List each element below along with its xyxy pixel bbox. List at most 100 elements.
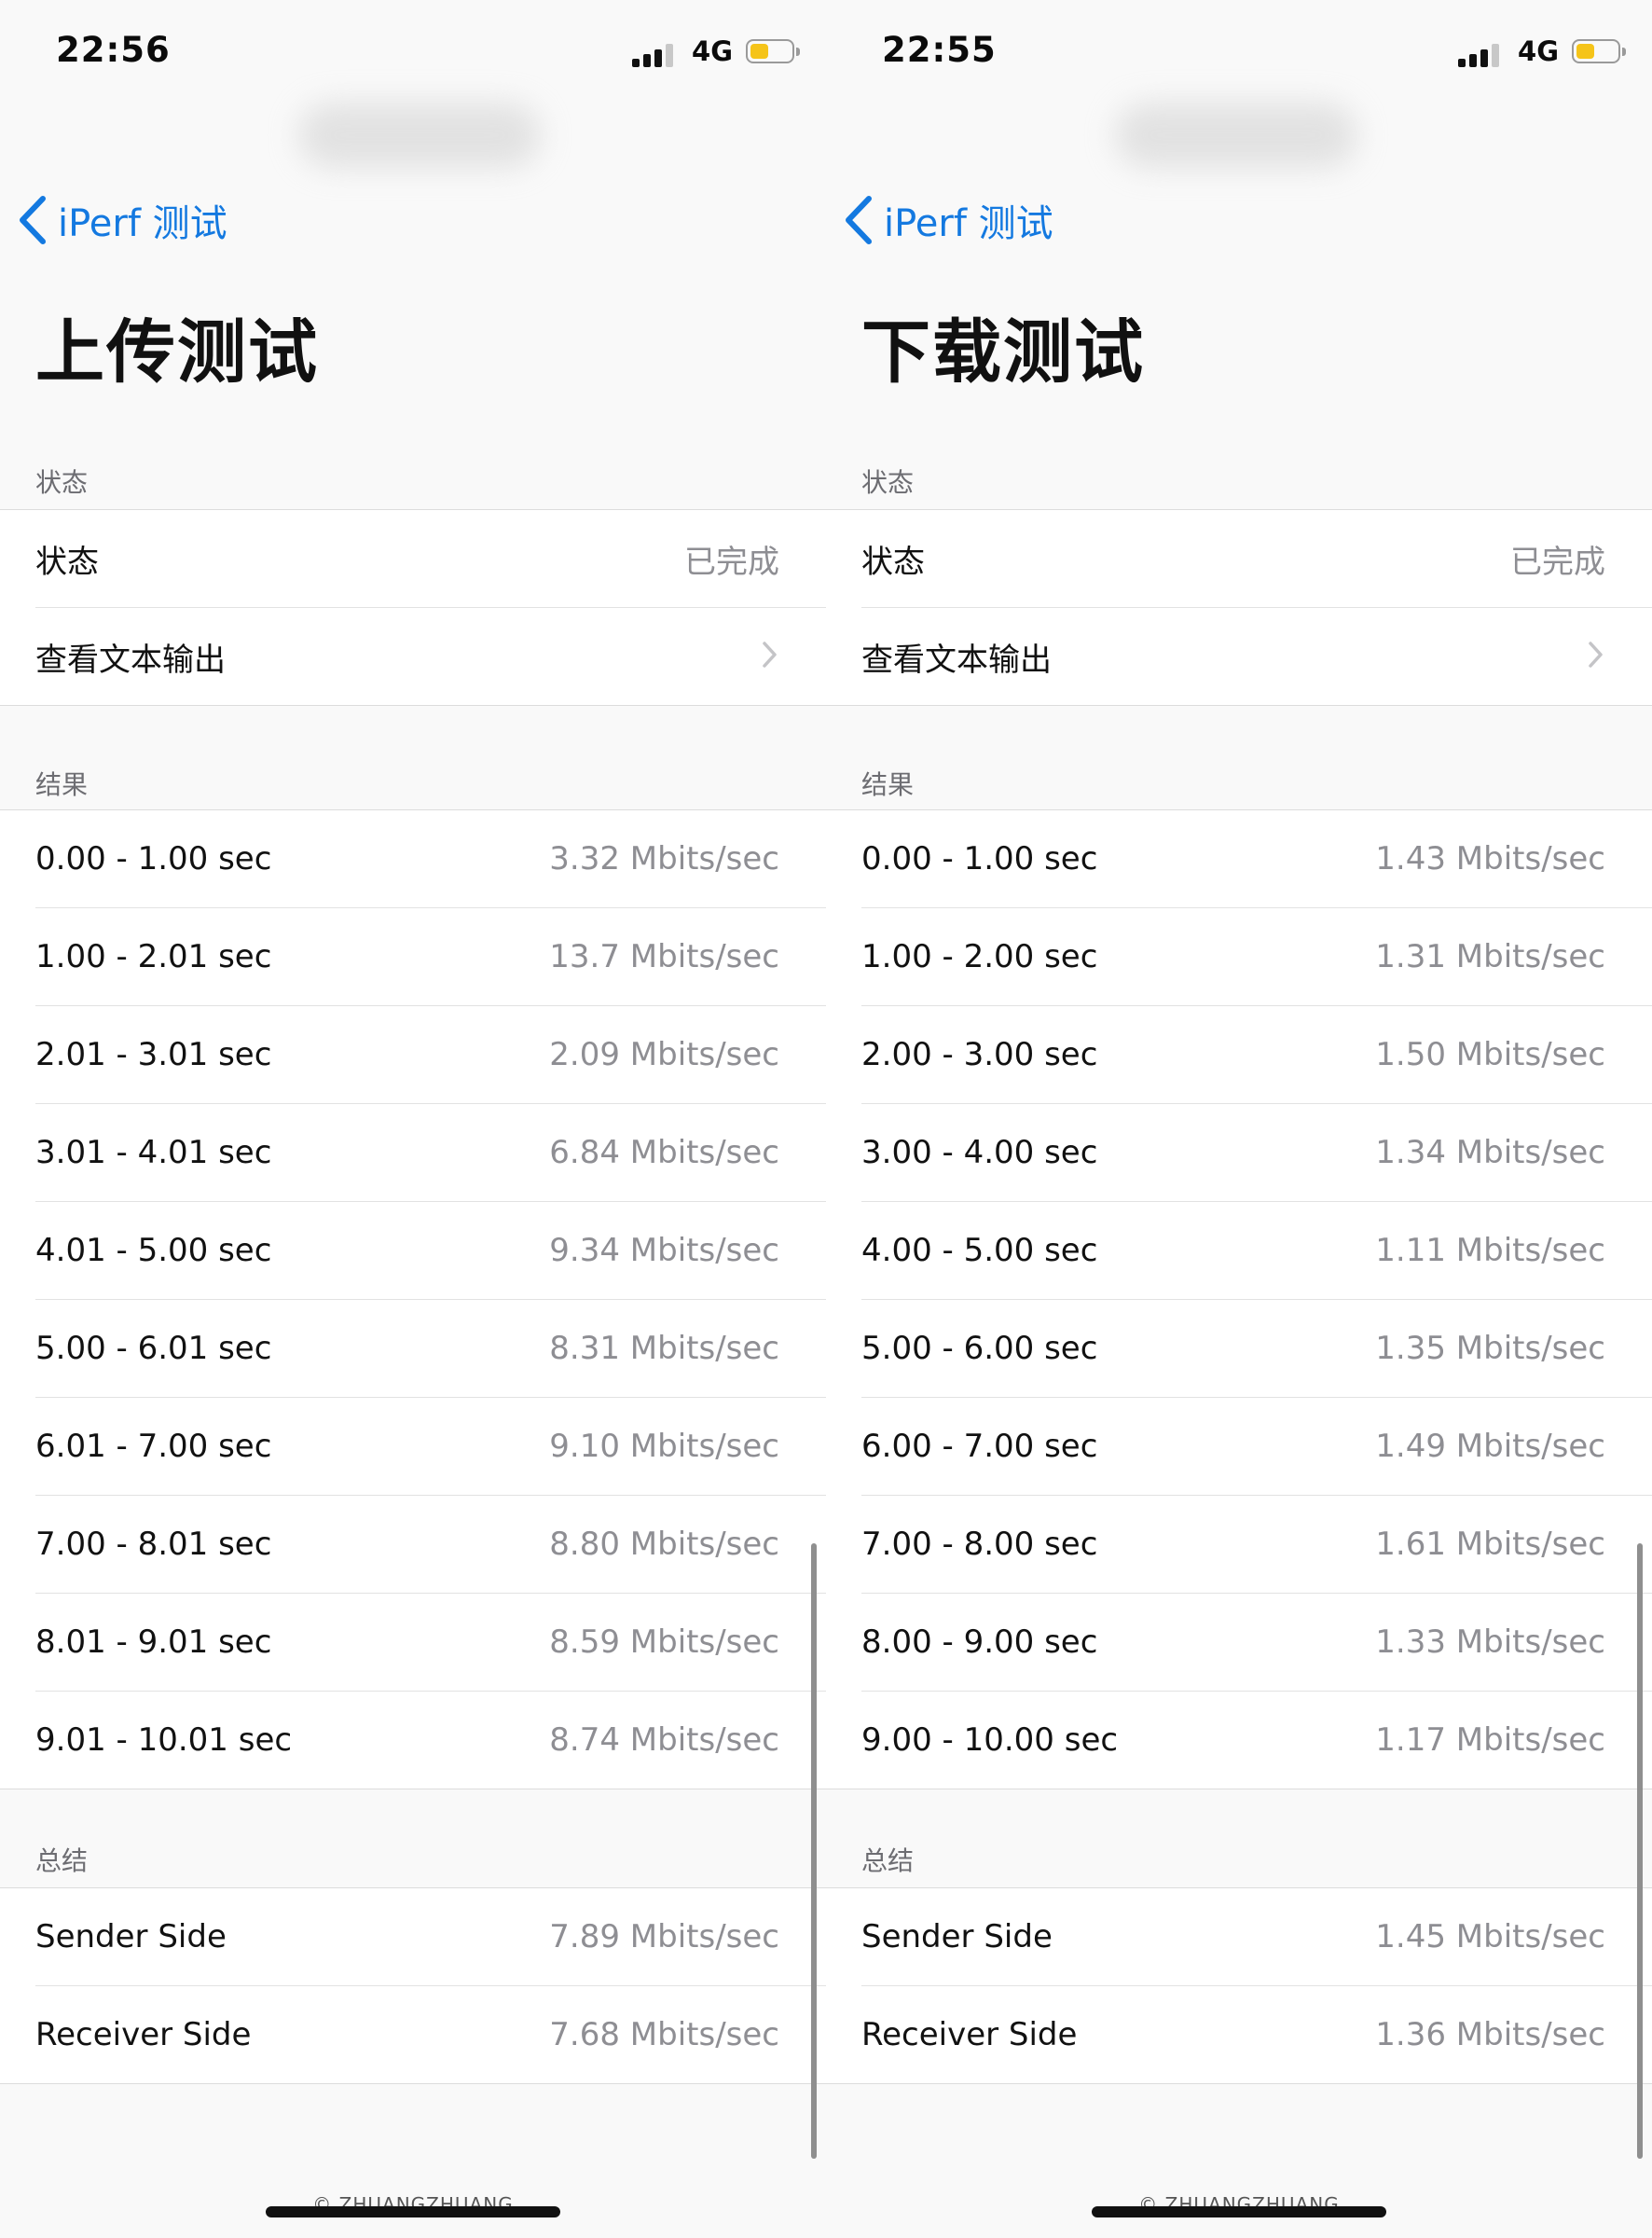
result-interval: 2.00 - 3.00 sec	[861, 1036, 1098, 1073]
result-interval: 3.00 - 4.00 sec	[861, 1134, 1098, 1171]
result-rate: 13.7 Mbits/sec	[549, 938, 779, 975]
download-test-screen: 22:55 4G iPerf 测试 下载测试 状态 状态 已完成 查看文本输出 …	[826, 0, 1652, 2238]
summary-section-header: 总结	[35, 1845, 89, 1876]
result-interval: 5.00 - 6.00 sec	[861, 1330, 1098, 1367]
status-bar: 22:55 4G	[826, 24, 1652, 80]
status-value: 已完成	[1510, 543, 1605, 581]
result-interval: 6.00 - 7.00 sec	[861, 1428, 1098, 1465]
view-text-output-label: 查看文本输出	[861, 641, 1052, 679]
result-interval: 8.00 - 9.00 sec	[861, 1623, 1098, 1661]
sender-side-value: 7.89 Mbits/sec	[549, 1918, 779, 1955]
status-label: 状态	[861, 543, 925, 581]
view-text-output-row[interactable]: 查看文本输出	[861, 608, 1652, 705]
result-rate: 1.50 Mbits/sec	[1375, 1036, 1605, 1073]
sender-side-row: Sender Side 1.45 Mbits/sec	[861, 1888, 1652, 1986]
result-interval: 8.01 - 9.01 sec	[35, 1623, 272, 1661]
view-text-output-label: 查看文本输出	[35, 641, 226, 679]
status-group: 状态 已完成 查看文本输出	[826, 509, 1652, 706]
result-row: 3.00 - 4.00 sec 1.34 Mbits/sec	[861, 1104, 1652, 1202]
status-section-header: 状态	[861, 467, 915, 498]
page-title: 上传测试	[35, 312, 319, 393]
result-row: 5.00 - 6.00 sec 1.35 Mbits/sec	[861, 1300, 1652, 1398]
result-rate: 1.11 Mbits/sec	[1375, 1232, 1605, 1269]
summary-group: Sender Side 1.45 Mbits/sec Receiver Side…	[826, 1887, 1652, 2084]
status-row: 状态 已完成	[35, 510, 826, 608]
result-rate: 6.84 Mbits/sec	[549, 1134, 779, 1171]
result-row: 6.01 - 7.00 sec 9.10 Mbits/sec	[35, 1398, 826, 1496]
receiver-side-row: Receiver Side 7.68 Mbits/sec	[35, 1986, 826, 2083]
back-chevron-icon	[20, 196, 46, 244]
result-row: 1.00 - 2.01 sec 13.7 Mbits/sec	[35, 908, 826, 1006]
result-rate: 1.31 Mbits/sec	[1375, 938, 1605, 975]
network-type: 4G	[1518, 35, 1559, 67]
result-rate: 8.74 Mbits/sec	[549, 1721, 779, 1759]
results-section-header: 结果	[861, 769, 915, 800]
receiver-side-label: Receiver Side	[35, 2016, 252, 2053]
result-rate: 9.34 Mbits/sec	[549, 1232, 779, 1269]
result-row: 2.00 - 3.00 sec 1.50 Mbits/sec	[861, 1006, 1652, 1104]
scroll-indicator[interactable]	[811, 1543, 817, 2159]
screenshot-pair: 22:56 4G iPerf 测试 上传测试 状态 状态 已完成 查看文本输出 …	[0, 0, 1652, 2238]
status-bar: 22:56 4G	[0, 24, 826, 80]
result-interval: 4.01 - 5.00 sec	[35, 1232, 272, 1269]
result-interval: 7.00 - 8.00 sec	[861, 1526, 1098, 1563]
result-rate: 1.49 Mbits/sec	[1375, 1428, 1605, 1465]
view-text-output-row[interactable]: 查看文本输出	[35, 608, 826, 705]
results-group: 0.00 - 1.00 sec 1.43 Mbits/sec 1.00 - 2.00…	[826, 809, 1652, 1789]
result-rate: 1.35 Mbits/sec	[1375, 1330, 1605, 1367]
result-interval: 7.00 - 8.01 sec	[35, 1526, 272, 1563]
result-row: 7.00 - 8.01 sec 8.80 Mbits/sec	[35, 1496, 826, 1594]
receiver-side-value: 1.36 Mbits/sec	[1375, 2016, 1605, 2053]
disclosure-chevron-icon	[763, 642, 777, 668]
result-row: 0.00 - 1.00 sec 3.32 Mbits/sec	[35, 810, 826, 908]
result-row: 1.00 - 2.00 sec 1.31 Mbits/sec	[861, 908, 1652, 1006]
receiver-side-label: Receiver Side	[861, 2016, 1078, 2053]
result-interval: 0.00 - 1.00 sec	[35, 840, 272, 877]
blurred-title	[1115, 103, 1357, 168]
result-row: 5.00 - 6.01 sec 8.31 Mbits/sec	[35, 1300, 826, 1398]
result-interval: 9.00 - 10.00 sec	[861, 1721, 1119, 1759]
result-row: 8.00 - 9.00 sec 1.33 Mbits/sec	[861, 1594, 1652, 1692]
status-time: 22:56	[56, 30, 171, 70]
results-section-header: 结果	[35, 769, 89, 800]
summary-group: Sender Side 7.89 Mbits/sec Receiver Side…	[0, 1887, 826, 2084]
result-rate: 1.61 Mbits/sec	[1375, 1526, 1605, 1563]
result-rate: 8.31 Mbits/sec	[549, 1330, 779, 1367]
result-rate: 8.59 Mbits/sec	[549, 1623, 779, 1661]
battery-icon	[1572, 39, 1626, 63]
result-rate: 2.09 Mbits/sec	[549, 1036, 779, 1073]
result-rate: 3.32 Mbits/sec	[549, 840, 779, 877]
scroll-indicator[interactable]	[1637, 1543, 1643, 2159]
result-rate: 1.43 Mbits/sec	[1375, 840, 1605, 877]
home-indicator[interactable]	[1092, 2206, 1386, 2217]
signal-icon	[1458, 43, 1499, 67]
sender-side-label: Sender Side	[35, 1918, 227, 1955]
results-group: 0.00 - 1.00 sec 3.32 Mbits/sec 1.00 - 2.01…	[0, 809, 826, 1789]
result-interval: 2.01 - 3.01 sec	[35, 1036, 272, 1073]
result-rate: 1.34 Mbits/sec	[1375, 1134, 1605, 1171]
status-row: 状态 已完成	[861, 510, 1652, 608]
status-value: 已完成	[684, 543, 779, 581]
back-chevron-icon	[846, 196, 872, 244]
back-button[interactable]: iPerf 测试	[17, 192, 227, 248]
result-row: 4.01 - 5.00 sec 9.34 Mbits/sec	[35, 1202, 826, 1300]
result-rate: 9.10 Mbits/sec	[549, 1428, 779, 1465]
result-interval: 5.00 - 6.01 sec	[35, 1330, 272, 1367]
receiver-side-value: 7.68 Mbits/sec	[549, 2016, 779, 2053]
result-interval: 6.01 - 7.00 sec	[35, 1428, 272, 1465]
upload-test-screen: 22:56 4G iPerf 测试 上传测试 状态 状态 已完成 查看文本输出 …	[0, 0, 826, 2238]
home-indicator[interactable]	[266, 2206, 560, 2217]
result-interval: 1.00 - 2.00 sec	[861, 938, 1098, 975]
result-interval: 3.01 - 4.01 sec	[35, 1134, 272, 1171]
result-interval: 4.00 - 5.00 sec	[861, 1232, 1098, 1269]
battery-icon	[746, 39, 800, 63]
status-group: 状态 已完成 查看文本输出	[0, 509, 826, 706]
result-row: 7.00 - 8.00 sec 1.61 Mbits/sec	[861, 1496, 1652, 1594]
result-interval: 9.01 - 10.01 sec	[35, 1721, 293, 1759]
signal-icon	[632, 43, 673, 67]
receiver-side-row: Receiver Side 1.36 Mbits/sec	[861, 1986, 1652, 2083]
page-title: 下载测试	[861, 312, 1145, 393]
back-button[interactable]: iPerf 测试	[843, 192, 1053, 248]
network-type: 4G	[692, 35, 733, 67]
sender-side-row: Sender Side 7.89 Mbits/sec	[35, 1888, 826, 1986]
